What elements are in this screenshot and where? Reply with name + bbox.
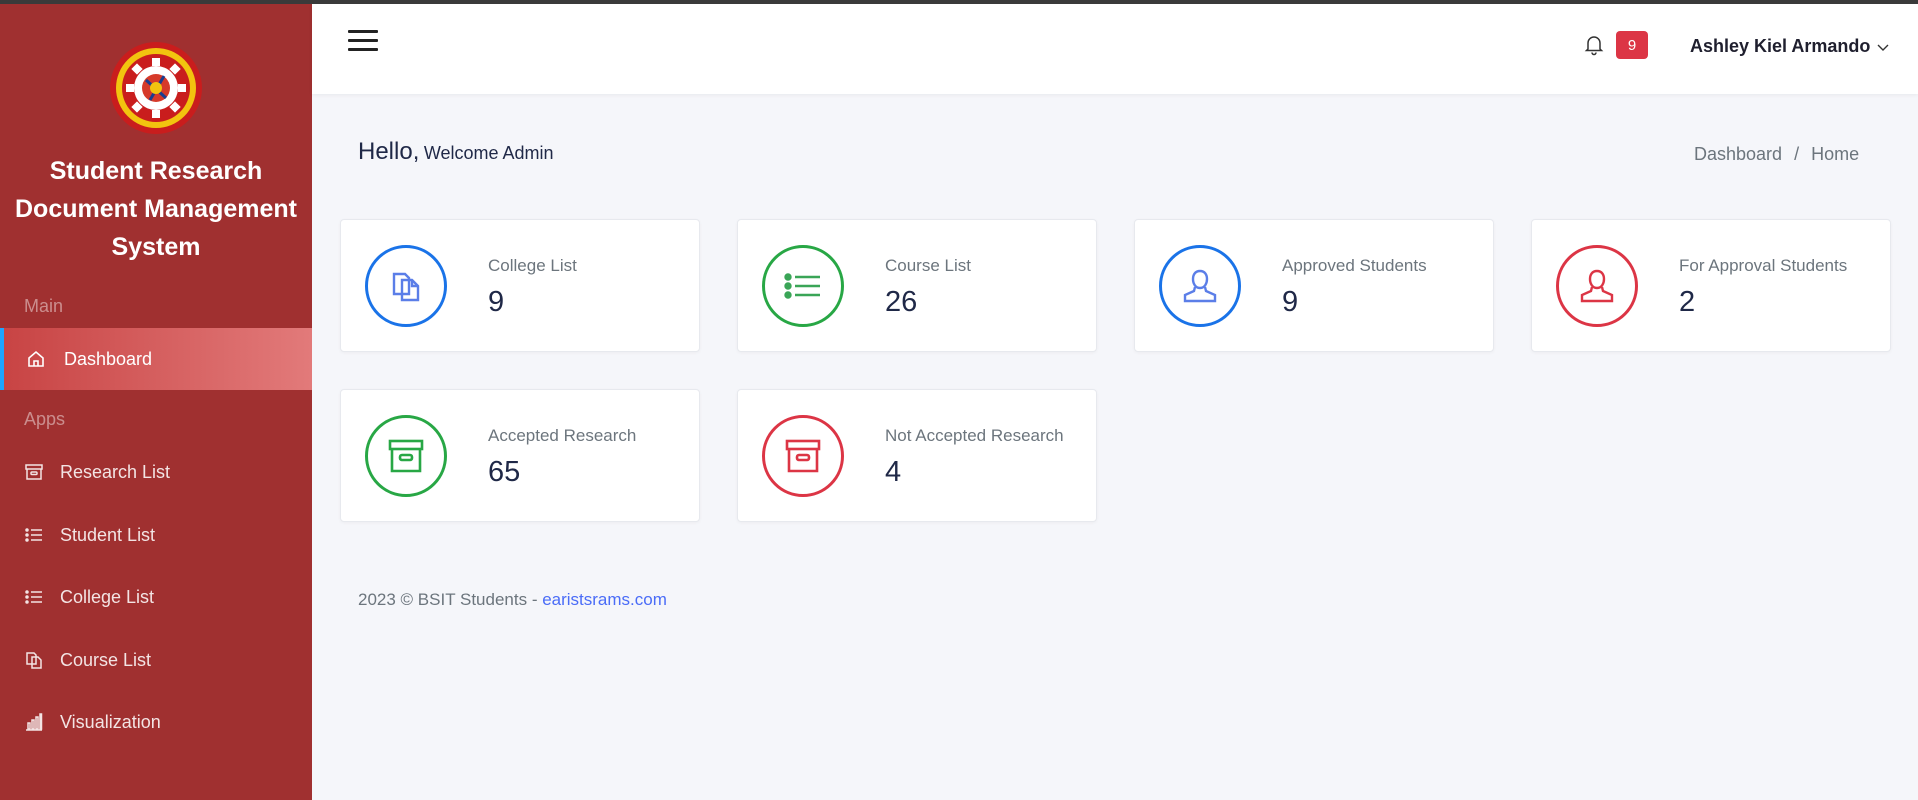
user-name: Ashley Kiel Armando: [1690, 36, 1871, 56]
archive-icon: [365, 415, 447, 497]
card-label: College List: [488, 256, 577, 275]
top-header: 9 Ashley Kiel Armando: [312, 4, 1918, 94]
stat-card-for-approval-students[interactable]: For Approval Students 2: [1531, 219, 1891, 352]
top-border: [0, 0, 1918, 4]
sidebar-item-label: Visualization: [60, 711, 161, 732]
greeting: Hello, Welcome Admin: [358, 138, 554, 166]
notification-badge[interactable]: 9: [1616, 31, 1648, 59]
sidebar-item-research-list[interactable]: Research List: [0, 441, 312, 503]
breadcrumb-dashboard[interactable]: Dashboard: [1694, 144, 1782, 165]
sidebar-item-label: Student List: [60, 524, 156, 545]
stat-card-approved-students[interactable]: Approved Students 9: [1134, 219, 1494, 352]
sidebar-item-label: College List: [60, 586, 155, 607]
stat-card-course-list[interactable]: Course List 26: [737, 219, 1097, 352]
list-icon: [22, 523, 46, 547]
sidebar-item-visualization[interactable]: Visualization: [0, 691, 312, 753]
sidebar-item-label: Research List: [60, 461, 171, 482]
card-value: 2: [1679, 286, 1696, 318]
card-value: 4: [885, 456, 902, 488]
menu-toggle-button[interactable]: [348, 30, 378, 54]
greeting-hello: Hello,: [358, 138, 420, 165]
copy-icon: [365, 245, 447, 327]
breadcrumb: Dashboard / Home: [1694, 144, 1859, 165]
sidebar-item-course-list[interactable]: Course List: [0, 629, 312, 691]
sidebar-item-student-list[interactable]: Student List: [0, 504, 312, 566]
archive-icon: [22, 460, 46, 484]
breadcrumb-home: Home: [1811, 144, 1860, 164]
sidebar-item-dashboard[interactable]: Dashboard: [0, 328, 312, 390]
home-icon: [24, 347, 48, 371]
sidebar-item-college-list[interactable]: College List: [0, 566, 312, 628]
footer-text: 2023 © BSIT Students -: [358, 590, 543, 609]
user-icon: [1159, 245, 1241, 327]
logo: [108, 40, 204, 136]
footer-link[interactable]: earistsrams.com: [542, 590, 667, 609]
stat-card-college-list[interactable]: College List 9: [340, 219, 700, 352]
chevron-down-icon: [1877, 44, 1889, 51]
card-label: Accepted Research: [488, 426, 637, 445]
section-label-apps: Apps: [24, 409, 66, 429]
sidebar-item-label: Dashboard: [64, 348, 153, 369]
card-value: 9: [488, 286, 505, 318]
card-value: 9: [1282, 286, 1299, 318]
card-value: 26: [885, 286, 918, 318]
sidebar: Student Research Document Management Sys…: [0, 4, 312, 800]
user-icon: [1556, 245, 1638, 327]
stat-card-not-accepted-research[interactable]: Not Accepted Research 4: [737, 389, 1097, 522]
user-menu[interactable]: Ashley Kiel Armando: [1690, 36, 1890, 57]
card-label: Not Accepted Research: [885, 426, 1064, 445]
bar-chart-icon: [22, 710, 46, 734]
card-label: For Approval Students: [1679, 256, 1848, 275]
stat-card-accepted-research[interactable]: Accepted Research 65: [340, 389, 700, 522]
sidebar-item-label: Course List: [60, 649, 152, 670]
list-icon: [22, 585, 46, 609]
section-label-main: Main: [24, 296, 64, 316]
bell-icon[interactable]: [1582, 32, 1606, 56]
card-label: Course List: [885, 256, 971, 275]
card-label: Approved Students: [1282, 256, 1427, 275]
archive-icon: [762, 415, 844, 497]
app-title: Student Research Document Management Sys…: [15, 157, 297, 261]
greeting-welcome: Welcome Admin: [423, 143, 554, 163]
breadcrumb-separator: /: [1794, 144, 1800, 164]
card-value: 65: [488, 456, 521, 488]
copy-icon: [22, 648, 46, 672]
footer: 2023 © BSIT Students - earistsrams.com: [358, 590, 667, 610]
list-icon: [762, 245, 844, 327]
